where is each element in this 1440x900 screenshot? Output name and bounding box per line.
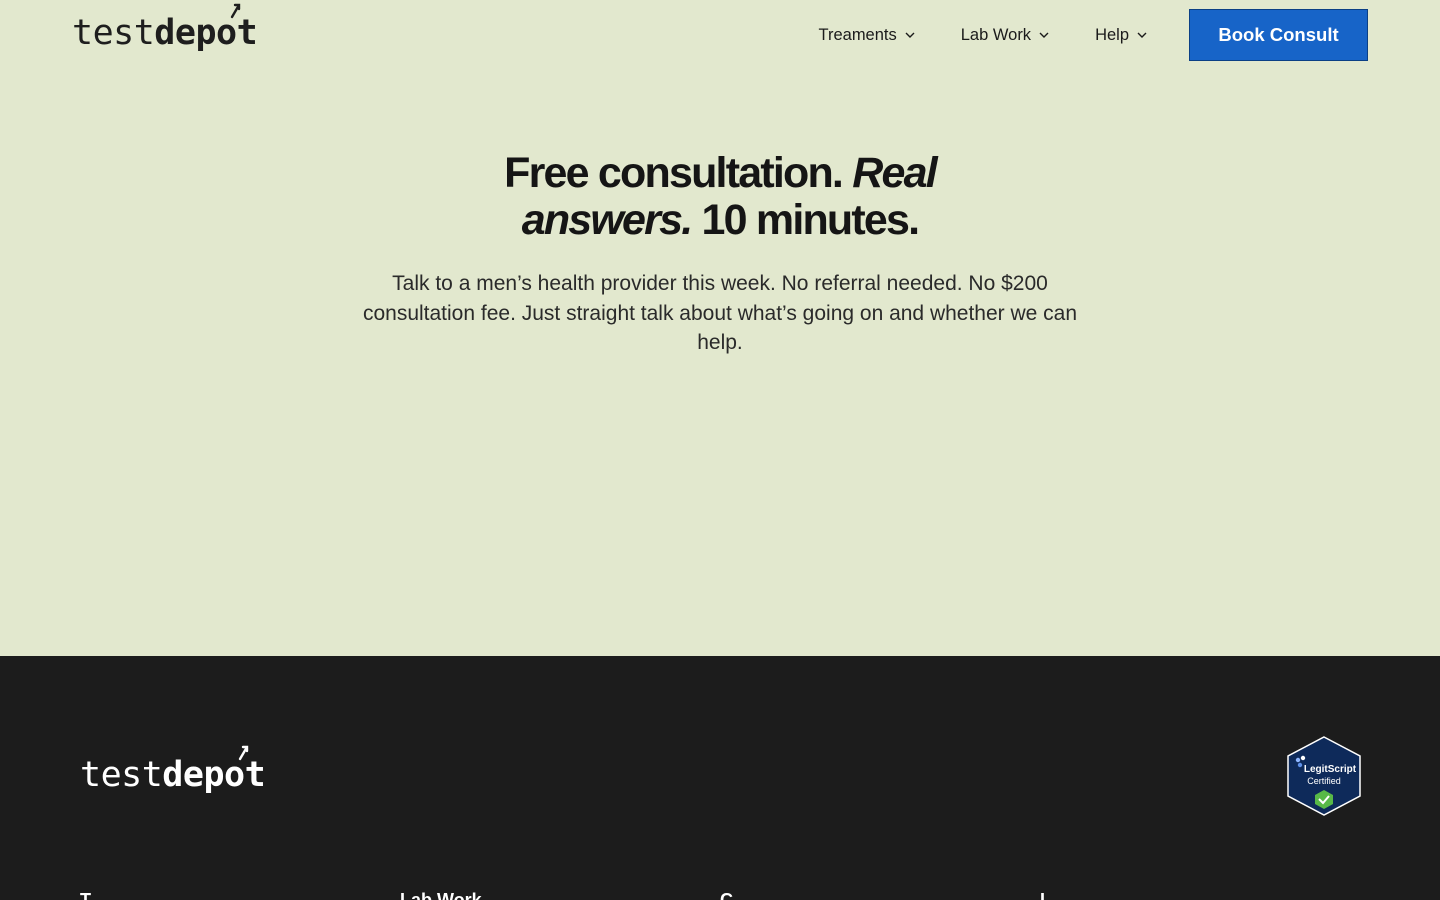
legitscript-badge-icon: LegitScript Certified [1287,736,1361,816]
nav-item-help[interactable]: Help [1095,26,1147,45]
male-symbol-icon [230,3,240,19]
footer-columns: T Lab Work C L [80,890,1360,900]
logo-text-bold-end: t [244,755,266,795]
chevron-down-icon [1039,32,1049,38]
nav-item-label: Lab Work [960,25,1032,44]
site-header: test dep o t Treaments Lab Work Help Book C… [0,0,1440,70]
footer-logo[interactable]: test dep o t [80,745,266,795]
footer-column-heading: C [720,890,733,900]
logo-o: o [224,745,248,795]
hero-section: Free consultation. Real answers. 10 minu… [0,150,1440,358]
male-symbol-icon [238,745,248,761]
logo-text-light: test [80,755,163,795]
logo-text-light: test [72,13,155,53]
badge-subtitle: Certified [1307,776,1341,786]
book-consult-button[interactable]: Book Consult [1189,9,1368,61]
footer-column-heading: T [80,890,91,900]
logo-o-letter: o [216,13,237,53]
main-nav: Treaments Lab Work Help Book Consult [819,0,1368,70]
hero-title: Free consultation. Real answers. 10 minu… [440,150,1000,244]
logo-text-bold: dep [154,13,217,53]
logo-o-letter: o [224,755,245,795]
hero-title-part1: Free consultation. [504,149,853,197]
nav-item-label: Help [1095,25,1129,44]
nav-item-lab-work[interactable]: Lab Work [961,26,1049,45]
hero-title-part2: 10 minutes. [691,196,921,244]
logo-text-bold-end: t [236,13,258,53]
site-footer: test dep o t LegitScript Certified T Lab Wo… [0,656,1440,900]
footer-column-heading: L [1040,890,1051,900]
header-logo[interactable]: test dep o t [72,3,258,53]
badge-title: LegitScript [1304,764,1357,775]
hero-subtitle: Talk to a men’s health provider this wee… [362,272,1078,354]
logo-text-bold: dep [162,755,225,795]
footer-column-heading: Lab Work [400,890,482,900]
nav-item-label: Treaments [818,25,897,44]
chevron-down-icon [1137,32,1147,38]
legitscript-badge[interactable]: LegitScript Certified [1286,736,1362,816]
logo-o: o [216,3,240,53]
nav-item-treatments[interactable]: Treaments [819,26,915,45]
chevron-down-icon [905,32,915,38]
